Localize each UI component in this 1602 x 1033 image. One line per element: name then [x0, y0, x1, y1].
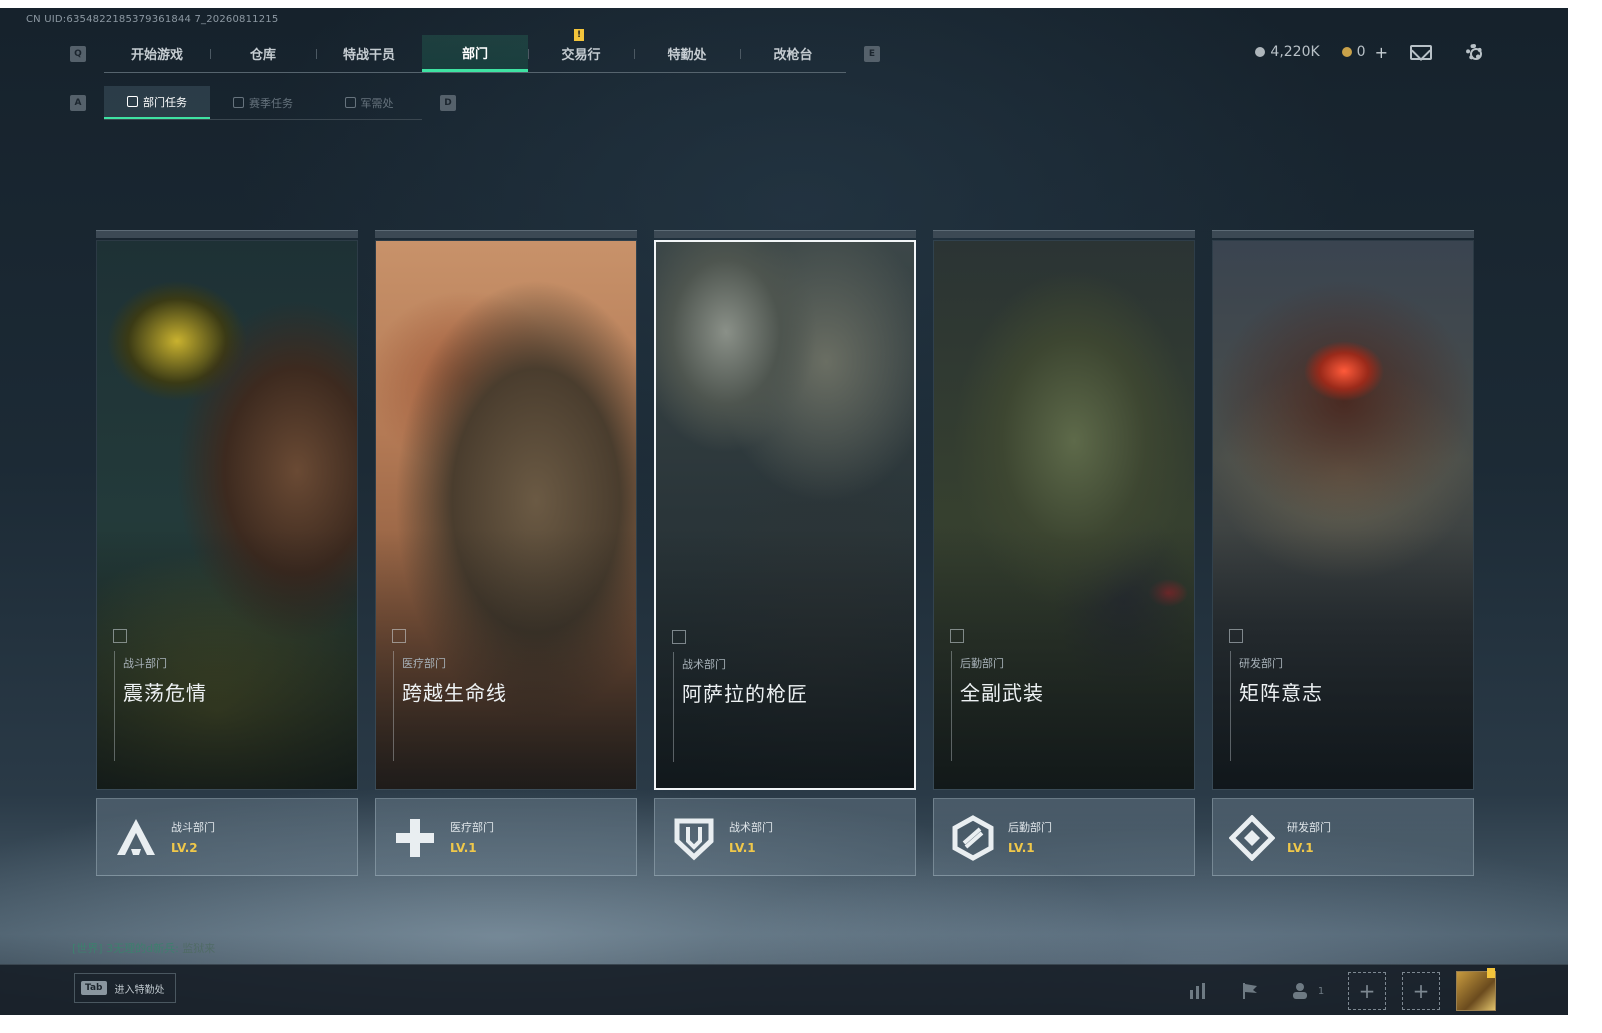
silver-currency: 4,220K: [1255, 44, 1320, 60]
currency-bar: 4,220K 0 +: [1255, 42, 1484, 62]
tab-departments[interactable]: 部门: [422, 35, 528, 72]
tab-gunsmith[interactable]: 改枪台: [740, 35, 846, 72]
level-label: LV.1: [729, 841, 756, 855]
card-artwork: 战斗部门 震荡危情: [96, 240, 358, 790]
department-card-medical[interactable]: 医疗部门 跨越生命线 医疗部门 LV.1: [375, 230, 637, 876]
card-header-strip: [96, 230, 358, 238]
card-header-strip: [654, 230, 916, 238]
enter-special-ops-button[interactable]: Tab 进入特勤处: [74, 973, 176, 1003]
card-artwork: 后勤部门 全副武装: [933, 240, 1195, 790]
subnav-prev-key[interactable]: A: [70, 95, 86, 111]
department-card-logistics[interactable]: 后勤部门 全副武装 后勤部门 LV.1: [933, 230, 1195, 876]
silver-coin-icon: [1255, 47, 1266, 57]
avatar[interactable]: [1456, 968, 1496, 1011]
card-title: 跨越生命线: [402, 681, 507, 705]
research-emblem-icon: [1229, 815, 1275, 861]
squad-slot-2[interactable]: +: [1402, 972, 1440, 1010]
department-info: 战术部门 LV.1: [654, 798, 916, 876]
level-label: LV.1: [1008, 841, 1035, 855]
card-artwork: 战术部门 阿萨拉的枪匠: [654, 240, 916, 790]
tab-start-game[interactable]: 开始游戏: [104, 35, 210, 72]
bottom-bar: Tab 进入特勤处 1 + +: [0, 964, 1568, 1015]
mail-icon[interactable]: [1410, 44, 1432, 60]
subtab-season-tasks[interactable]: 赛季任务: [210, 86, 316, 119]
bottom-icons: 1 + +: [1180, 968, 1496, 1011]
corner-frame-icon: [113, 629, 127, 643]
corner-frame-icon: [950, 629, 964, 643]
department-info: 后勤部门 LV.1: [933, 798, 1195, 876]
card-header-strip: [1212, 230, 1474, 238]
supply-icon: [344, 97, 356, 108]
flag-icon[interactable]: [1232, 973, 1268, 1009]
tab-warehouse[interactable]: 仓库: [210, 35, 316, 72]
nav-next-key[interactable]: E: [864, 46, 880, 62]
tab-keycap: Tab: [81, 981, 107, 995]
card-title: 震荡危情: [123, 681, 207, 705]
main-tabs: 开始游戏 仓库 特战干员 部门 交易行 ! 特勤处 改枪台: [104, 29, 846, 73]
chat-line[interactable]: [世界] 3无理的d新兵: 监狱来: [72, 940, 215, 956]
sub-tabs: 部门任务 赛季任务 军需处: [104, 86, 422, 120]
department-card-research[interactable]: 研发部门 矩阵意志 研发部门 LV.1: [1212, 230, 1474, 876]
nav-prev-key[interactable]: Q: [70, 46, 86, 62]
medical-emblem-icon: [396, 819, 434, 857]
combat-emblem-icon: [117, 819, 155, 855]
card-artwork: 研发部门 矩阵意志: [1212, 240, 1474, 790]
tactical-emblem-icon: [674, 818, 714, 861]
tab-special-ops[interactable]: 特勤处: [634, 35, 740, 72]
notification-badge: [1487, 968, 1495, 978]
card-header-strip: [933, 230, 1195, 238]
card-title: 全副武装: [960, 681, 1044, 705]
level-label: LV.1: [450, 841, 477, 855]
add-gold-button[interactable]: +: [1375, 43, 1388, 62]
tab-operators[interactable]: 特战干员: [316, 35, 422, 72]
card-header-strip: [375, 230, 637, 238]
sub-nav: A 部门任务 赛季任务 军需处 D: [70, 86, 456, 120]
department-cards: 战斗部门 震荡危情 战斗部门 LV.2 医疗部门 跨越生命线 医疗部门 LV.1…: [96, 230, 1474, 876]
card-title: 阿萨拉的枪匠: [682, 682, 808, 706]
squad-icon[interactable]: 1: [1284, 973, 1332, 1009]
subnav-next-key[interactable]: D: [440, 95, 456, 111]
department-info: 医疗部门 LV.1: [375, 798, 637, 876]
corner-frame-icon: [672, 630, 686, 644]
gold-currency: 0 +: [1341, 43, 1388, 62]
level-label: LV.2: [171, 841, 198, 855]
level-label: LV.1: [1287, 841, 1314, 855]
corner-frame-icon: [392, 629, 406, 643]
department-info: 战斗部门 LV.2: [96, 798, 358, 876]
department-info: 研发部门 LV.1: [1212, 798, 1474, 876]
gold-coin-icon: [1341, 47, 1352, 57]
season-icon: [233, 97, 244, 108]
department-card-tactical[interactable]: 战术部门 阿萨拉的枪匠 战术部门 LV.1: [654, 230, 916, 876]
tab-trade[interactable]: 交易行 !: [528, 29, 634, 72]
game-window: CN UID:6354822185379361844 7_20260811215…: [0, 8, 1568, 1015]
corner-frame-icon: [1229, 629, 1243, 643]
gear-icon[interactable]: [1464, 42, 1484, 62]
card-title: 矩阵意志: [1239, 681, 1323, 705]
department-card-combat[interactable]: 战斗部门 震荡危情 战斗部门 LV.2: [96, 230, 358, 876]
alert-badge: !: [574, 29, 584, 41]
task-icon: [127, 96, 138, 107]
logistics-emblem-icon: [952, 815, 994, 861]
card-artwork: 医疗部门 跨越生命线: [375, 240, 637, 790]
subtab-supply[interactable]: 军需处: [316, 86, 422, 119]
stats-icon[interactable]: [1180, 973, 1216, 1009]
uid-label: CN UID:6354822185379361844 7_20260811215: [26, 14, 279, 25]
subtab-department-tasks[interactable]: 部门任务: [104, 86, 210, 119]
squad-slot-1[interactable]: +: [1348, 972, 1386, 1010]
squad-count: 1: [1317, 985, 1325, 997]
main-nav: Q 开始游戏 仓库 特战干员 部门 交易行 ! 特勤处 改枪台 E: [70, 29, 880, 74]
